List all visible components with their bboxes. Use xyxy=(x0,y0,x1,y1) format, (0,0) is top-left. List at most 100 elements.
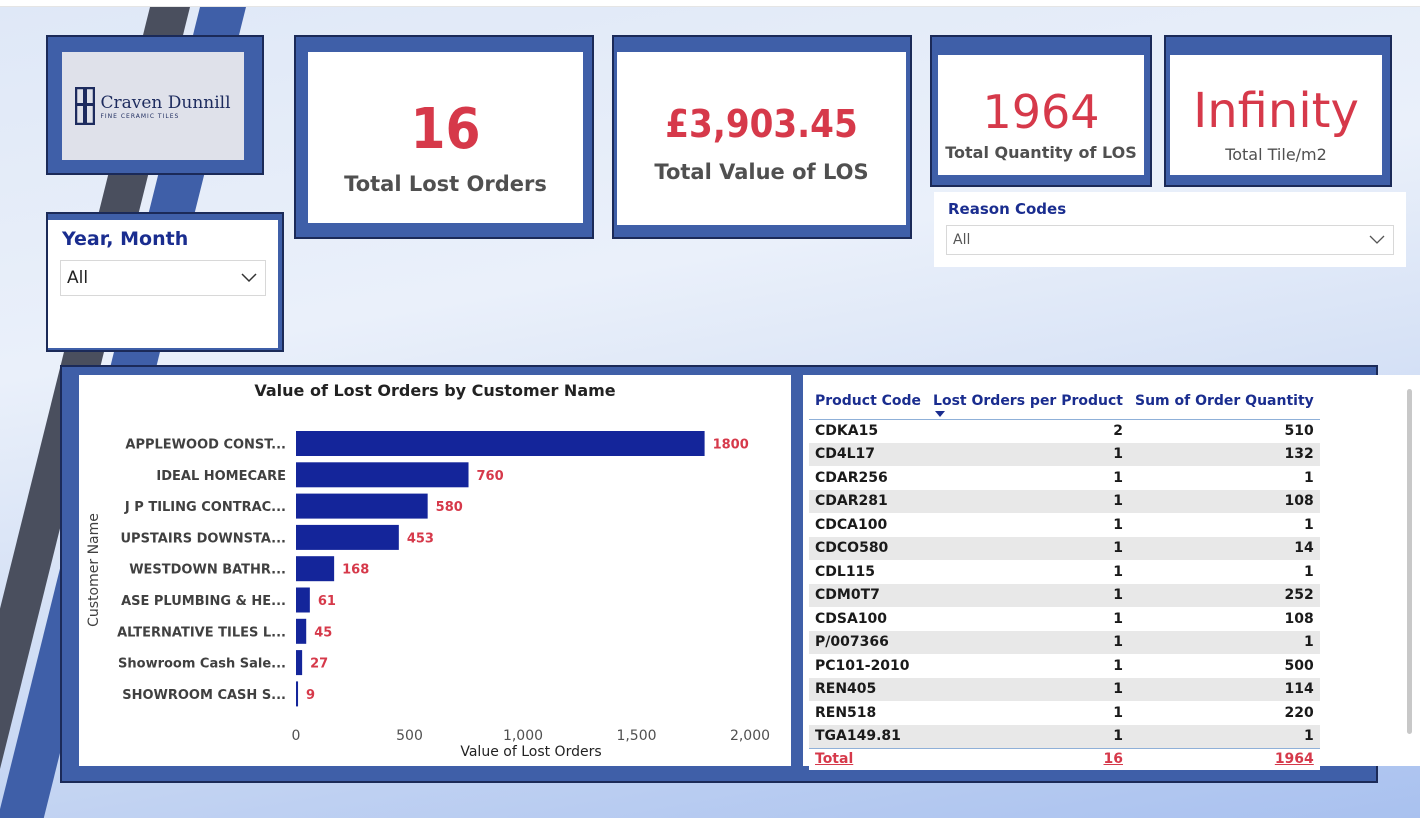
cell-order-quantity: 108 xyxy=(1128,489,1320,513)
chart-y-axis-title: Customer Name xyxy=(86,513,102,627)
table-row[interactable]: P/007366 1 1 xyxy=(809,630,1320,654)
category-label: WESTDOWN BATHR... xyxy=(129,563,286,578)
cell-order-quantity: 1 xyxy=(1128,466,1320,490)
bar[interactable] xyxy=(296,431,705,456)
column-header-lost-orders[interactable]: Lost Orders per Product xyxy=(927,383,1129,419)
table-row[interactable]: CDCA100 1 1 xyxy=(809,513,1320,537)
bar[interactable] xyxy=(296,681,299,707)
kpi-value: £3,903.45 xyxy=(665,102,858,146)
cell-product-code: CDL115 xyxy=(809,560,928,584)
cell-lost-orders: 1 xyxy=(927,607,1129,631)
bar[interactable] xyxy=(296,618,307,644)
year-month-dropdown[interactable]: All xyxy=(60,260,266,296)
cell-lost-orders: 1 xyxy=(927,724,1129,748)
slicer-title: Reason Codes xyxy=(948,200,1067,218)
category-label: APPLEWOOD CONST... xyxy=(125,438,286,453)
cell-lost-orders: 1 xyxy=(927,442,1129,466)
cell-product-code: CDAR281 xyxy=(809,489,928,513)
cell-lost-orders: 1 xyxy=(927,583,1129,607)
cell-order-quantity: 1 xyxy=(1128,630,1320,654)
table-row[interactable]: CDL115 1 1 xyxy=(809,560,1320,584)
cell-order-quantity: 14 xyxy=(1128,536,1320,560)
dropdown-value: All xyxy=(953,232,971,248)
cell-product-code: CD4L17 xyxy=(809,442,928,466)
cell-product-code: CDSA100 xyxy=(809,607,928,631)
cell-order-quantity: 1 xyxy=(1128,724,1320,748)
table-row[interactable]: TGA149.81 1 1 xyxy=(809,724,1320,748)
bar-value-label: 1800 xyxy=(713,438,749,453)
cell-lost-orders: 1 xyxy=(927,630,1129,654)
year-month-slicer: Year, Month All xyxy=(48,220,278,348)
cell-order-quantity: 114 xyxy=(1128,677,1320,701)
bar-value-label: 580 xyxy=(436,500,463,515)
kpi-label: Total Value of LOS xyxy=(654,160,869,184)
product-table-card: Product Code Lost Orders per Product Sum… xyxy=(803,375,1420,770)
reason-codes-slicer: Reason Codes All xyxy=(934,192,1406,267)
kpi-card-total-quantity-los[interactable]: 1964 Total Quantity of LOS xyxy=(938,55,1144,175)
bar-value-label: 61 xyxy=(318,594,336,609)
table-row[interactable]: CDAR281 1 108 xyxy=(809,489,1320,513)
table-row[interactable]: CDAR256 1 1 xyxy=(809,466,1320,490)
total-label: Total xyxy=(809,748,928,770)
cell-lost-orders: 2 xyxy=(927,419,1129,443)
bar[interactable] xyxy=(296,493,428,519)
bar[interactable] xyxy=(296,524,399,550)
kpi-card-total-lost-orders[interactable]: 16 Total Lost Orders xyxy=(308,52,583,223)
cell-order-quantity: 108 xyxy=(1128,607,1320,631)
table-total-row: Total 16 1964 xyxy=(809,748,1320,770)
kpi-label: Total Tile/m2 xyxy=(1225,145,1327,164)
column-header-product-code[interactable]: Product Code xyxy=(809,383,927,419)
cell-order-quantity: 500 xyxy=(1128,654,1320,678)
logo-card: Craven Dunnill FINE CERAMIC TILES xyxy=(62,52,244,160)
x-tick-label: 1,500 xyxy=(616,728,656,744)
table-row[interactable]: CDM0T7 1 252 xyxy=(809,583,1320,607)
kpi-card-total-value-los[interactable]: £3,903.45 Total Value of LOS xyxy=(617,52,906,225)
chart-title: Value of Lost Orders by Customer Name xyxy=(254,381,615,400)
cell-order-quantity: 1 xyxy=(1128,513,1320,537)
table-row[interactable]: CDCO580 1 14 xyxy=(809,536,1320,560)
bar-chart-card: Value of Lost Orders by Customer Name Cu… xyxy=(79,375,791,766)
table-row[interactable]: REN405 1 114 xyxy=(809,677,1320,701)
cell-product-code: CDCA100 xyxy=(809,513,928,537)
bar[interactable] xyxy=(296,556,335,582)
table-scrollbar[interactable] xyxy=(1407,389,1412,734)
table-row[interactable]: PC101-2010 1 500 xyxy=(809,654,1320,678)
cell-product-code: CDCO580 xyxy=(809,536,928,560)
cell-order-quantity: 132 xyxy=(1128,442,1320,466)
cell-product-code: CDAR256 xyxy=(809,466,928,490)
logo-tagline: FINE CERAMIC TILES xyxy=(100,112,180,120)
kpi-label: Total Lost Orders xyxy=(344,172,547,196)
cell-product-code: TGA149.81 xyxy=(809,724,928,748)
category-label: ALTERNATIVE TILES L... xyxy=(117,625,286,640)
cell-order-quantity: 252 xyxy=(1128,583,1320,607)
column-header-label: Lost Orders per Product xyxy=(933,392,1123,409)
bar-chart: Value of Lost Orders by Customer Name Cu… xyxy=(86,381,770,760)
reason-codes-dropdown[interactable]: All xyxy=(946,225,1394,255)
bar[interactable] xyxy=(296,587,310,613)
table-row[interactable]: CD4L17 1 132 xyxy=(809,442,1320,466)
bar[interactable] xyxy=(296,650,303,676)
bar-value-label: 45 xyxy=(314,625,332,640)
kpi-card-total-tile-m2[interactable]: Infinity Total Tile/m2 xyxy=(1170,55,1382,175)
bar[interactable] xyxy=(296,462,469,488)
company-logo: Craven Dunnill FINE CERAMIC TILES xyxy=(75,87,231,125)
cell-lost-orders: 1 xyxy=(927,536,1129,560)
cell-order-quantity: 1 xyxy=(1128,560,1320,584)
report-canvas: Craven Dunnill FINE CERAMIC TILES 16 Tot… xyxy=(0,6,1420,818)
table-row[interactable]: CDKA15 2 510 xyxy=(809,419,1320,443)
total-order-quantity: 1964 xyxy=(1128,748,1320,770)
bar-value-label: 168 xyxy=(342,563,369,578)
chevron-down-icon xyxy=(1369,235,1385,244)
category-label: J P TILING CONTRAC... xyxy=(124,500,286,515)
cell-product-code: P/007366 xyxy=(809,630,928,654)
logo-mark-icon xyxy=(75,87,96,125)
dropdown-value: All xyxy=(67,268,89,288)
column-header-sum-quantity[interactable]: Sum of Order Quantity xyxy=(1129,383,1320,419)
table-row[interactable]: CDSA100 1 108 xyxy=(809,607,1320,631)
total-lost-orders: 16 xyxy=(927,748,1129,770)
cell-product-code: REN405 xyxy=(809,677,928,701)
table-row[interactable]: REN518 1 220 xyxy=(809,701,1320,725)
cell-product-code: REN518 xyxy=(809,701,928,725)
bar-value-label: 760 xyxy=(477,469,504,484)
cell-lost-orders: 1 xyxy=(927,677,1129,701)
